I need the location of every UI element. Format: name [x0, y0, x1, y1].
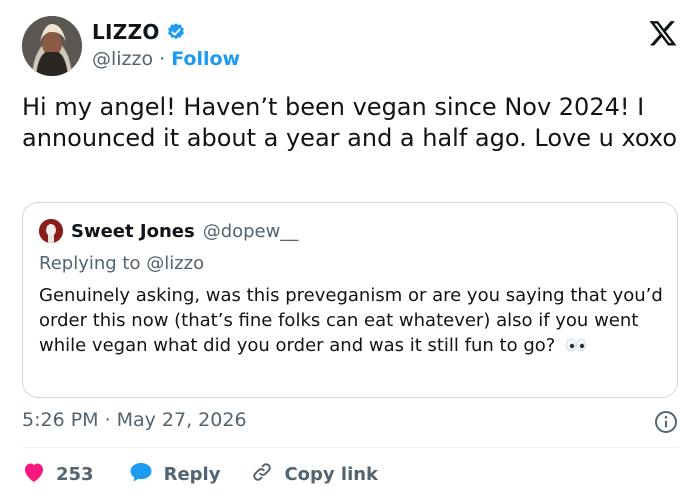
author-handle[interactable]: @lizzo — [92, 48, 153, 70]
author-name-row: LIZZO — [92, 20, 186, 44]
quoted-author-avatar — [39, 219, 63, 243]
author-display-name[interactable]: LIZZO — [92, 20, 160, 44]
like-count: 253 — [56, 463, 94, 485]
author-avatar[interactable] — [22, 16, 82, 76]
reply-button[interactable]: Reply — [128, 460, 221, 489]
like-button[interactable]: 253 — [22, 461, 94, 488]
eyes-emoji-icon — [565, 334, 587, 359]
reply-label: Reply — [163, 463, 221, 485]
quoted-tweet-header: Sweet Jones @dopew__ — [39, 219, 298, 243]
quoted-replying-to: Replying to @lizzo — [39, 253, 205, 274]
quoted-author-name: Sweet Jones — [71, 220, 195, 242]
tweet-date: May 27, 2026 — [116, 409, 247, 431]
tweet-time: 5:26 PM — [22, 409, 99, 431]
copy-link-label: Copy link — [284, 463, 379, 485]
quoted-tweet[interactable]: Sweet Jones @dopew__ Replying to @lizzo … — [22, 202, 678, 398]
author-handle-row: @lizzo · Follow — [92, 48, 240, 70]
tweet-embed-card: LIZZO @lizzo · Follow Hi my angel! Haven… — [0, 0, 700, 500]
quoted-tweet-text: Genuinely asking, was this preveganism o… — [39, 283, 665, 359]
timestamp-separator: · — [104, 409, 111, 431]
x-logo-icon[interactable] — [648, 18, 678, 48]
reply-bubble-icon — [128, 460, 154, 489]
link-icon — [250, 460, 274, 489]
actions-divider — [22, 447, 678, 448]
tweet-timestamp[interactable]: 5:26 PM · May 27, 2026 — [22, 409, 247, 431]
quoted-author-handle: @dopew__ — [202, 220, 299, 242]
heart-icon — [22, 461, 46, 488]
info-icon[interactable] — [654, 410, 678, 434]
handle-separator: · — [159, 48, 166, 70]
tweet-text: Hi my angel! Haven’t been vegan since No… — [22, 93, 678, 152]
tweet-actions: 253 Reply Copy link — [22, 460, 378, 488]
copy-link-button[interactable]: Copy link — [250, 460, 378, 489]
follow-button[interactable]: Follow — [171, 48, 240, 70]
verified-badge-icon — [166, 22, 186, 42]
